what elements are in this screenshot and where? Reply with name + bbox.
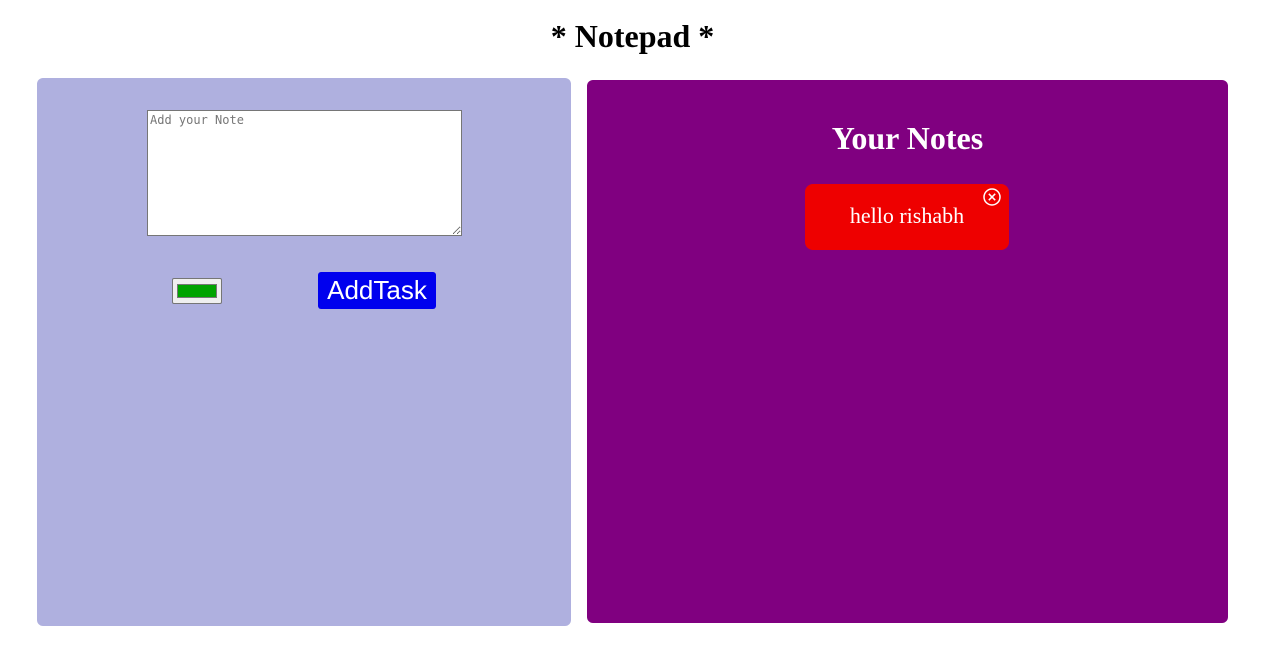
note-text: hello rishabh [849, 203, 965, 228]
notes-heading: Your Notes [831, 120, 984, 156]
color-picker[interactable] [172, 278, 222, 304]
note-card: hello rishabh [805, 184, 1009, 250]
add-task-button[interactable]: AddTask [318, 272, 436, 309]
note-composer-panel: AddTask [37, 78, 571, 626]
circle-x-icon[interactable] [983, 188, 1001, 206]
notes-panel: Your Notes hello rishabh [587, 80, 1228, 623]
color-swatch [177, 284, 217, 298]
page-title: * Notepad * [550, 18, 715, 54]
note-input[interactable] [147, 110, 462, 236]
